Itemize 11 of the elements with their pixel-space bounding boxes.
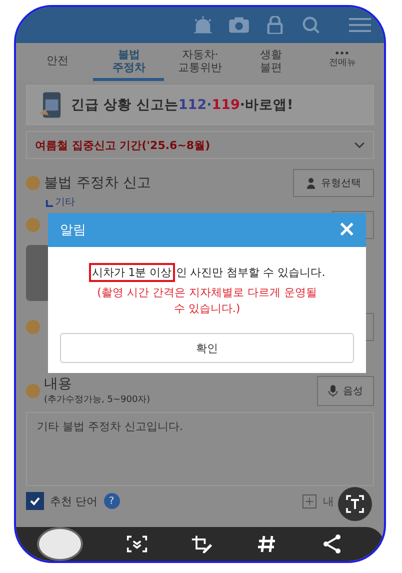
dialog-message: 인 사진만 첨부할 수 있습니다. (176, 265, 326, 280)
checkbox-label: 추천 단어 (50, 494, 98, 508)
dropdown-value: 여름철 집중신고 기간('25.6~8월) (35, 138, 210, 152)
highlighted-text: 시차가 1분 이상 (88, 263, 175, 282)
section-title: 불법 주정차 신고 (44, 174, 151, 192)
type-label: 기타 (55, 197, 75, 209)
dialog-title: 알림 (60, 222, 86, 239)
banner-text: 긴급 상황 신고는112·119·바로앱! (71, 96, 294, 114)
hint-text: (추가수정가능, 5~900자) (44, 394, 150, 406)
dialog-note: (촬영 시간 간격은 지자체별로 다르게 운영될 수 있습니다.) (96, 285, 318, 317)
section-title: 내용 (44, 375, 73, 393)
